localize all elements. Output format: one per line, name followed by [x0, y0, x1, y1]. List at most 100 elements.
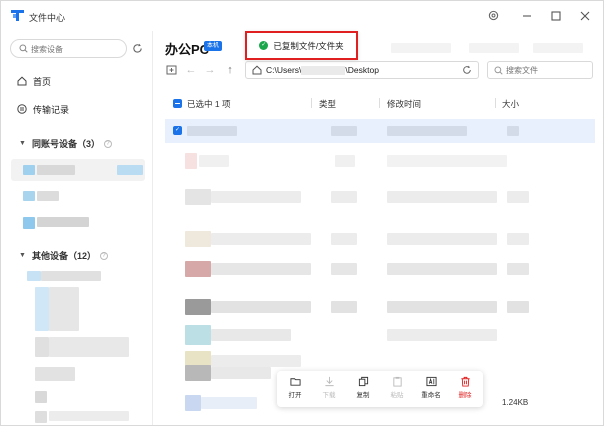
device-search-input[interactable]	[31, 42, 121, 56]
close-icon[interactable]	[577, 8, 593, 24]
blurred-content	[37, 165, 75, 175]
blurred-content	[331, 191, 357, 203]
group-same-account[interactable]: ▼ 同账号设备（3） ?	[19, 137, 112, 150]
nav-transfer-records[interactable]: 传输记录	[17, 102, 69, 116]
up-arrow-icon[interactable]: ↑	[224, 64, 236, 76]
paste-icon	[392, 376, 402, 387]
blurred-content	[387, 233, 497, 245]
blurred-content	[211, 263, 311, 275]
nav-transfer-label: 传输记录	[33, 104, 70, 115]
group-same-account-label: 同账号设备（3）	[31, 139, 100, 149]
blurred-content	[331, 301, 357, 313]
sidebar: 首页 传输记录 ▼ 同账号设备（3） ? ▼ 其他设备（12） ?	[1, 31, 153, 425]
row-checkbox[interactable]: ✓	[173, 126, 182, 135]
selected-count: 已选中 1 项	[187, 99, 231, 109]
refresh-icon[interactable]	[462, 65, 472, 75]
back-arrow-icon[interactable]: ←	[185, 64, 197, 76]
blurred-content	[533, 43, 583, 53]
device-search-box[interactable]	[10, 39, 127, 58]
file-search-input[interactable]	[506, 64, 586, 77]
table-row[interactable]	[165, 185, 595, 209]
select-all-checkbox[interactable]	[173, 99, 182, 108]
blurred-content	[185, 395, 201, 411]
delete-button[interactable]: 删除	[451, 375, 479, 403]
copy-icon	[358, 376, 368, 387]
blurred-content	[211, 301, 311, 313]
file-search-box[interactable]	[487, 61, 593, 79]
blurred-content	[211, 329, 291, 341]
home-icon	[17, 76, 27, 86]
table-row[interactable]	[165, 323, 595, 347]
download-button[interactable]: 下载	[315, 375, 343, 403]
app-logo-icon	[11, 10, 24, 21]
toast-message: 已复制文件/文件夹	[273, 40, 344, 51]
blurred-content	[331, 126, 357, 136]
chevron-down-icon: ▼	[19, 140, 26, 147]
rename-button[interactable]: 重命名	[417, 375, 445, 403]
column-size[interactable]: 大小	[502, 98, 519, 110]
blurred-content	[41, 271, 101, 281]
minimize-icon[interactable]	[519, 8, 535, 24]
nav-home[interactable]: 首页	[17, 74, 51, 88]
blurred-content	[331, 263, 357, 275]
column-modified[interactable]: 修改时间	[387, 98, 421, 110]
window-title: 文件中心	[29, 13, 66, 23]
blurred-content	[185, 261, 211, 277]
copy-button[interactable]: 复制	[349, 375, 377, 403]
blurred-content	[35, 411, 47, 423]
blurred-content	[469, 43, 519, 53]
group-other-devices[interactable]: ▼ 其他设备（12） ?	[19, 249, 108, 262]
table-row[interactable]	[165, 257, 595, 281]
help-icon[interactable]: ?	[99, 251, 108, 260]
blurred-content	[187, 126, 237, 136]
blurred-content	[211, 367, 271, 379]
table-row-selected[interactable]: ✓	[165, 119, 595, 143]
blurred-content	[49, 287, 79, 331]
blurred-content	[387, 155, 507, 167]
delete-icon	[460, 376, 470, 387]
forward-arrow-icon[interactable]: →	[204, 64, 216, 76]
column-divider	[495, 98, 496, 108]
blurred-content	[23, 217, 35, 229]
blurred-content	[507, 233, 529, 245]
column-type[interactable]: 类型	[319, 98, 336, 110]
path-bar[interactable]: C:\Users\ \Desktop	[245, 61, 479, 79]
main-panel: 办公PC 本机 ✓ 已复制文件/文件夹 ← → ↑ C:\Users\ \Desk…	[153, 31, 603, 425]
copy-label: 复制	[356, 392, 370, 399]
device-title: 办公PC	[165, 42, 210, 57]
download-label: 下载	[322, 392, 336, 399]
new-folder-icon[interactable]	[165, 64, 177, 76]
delete-label: 删除	[458, 392, 472, 399]
paste-label: 粘贴	[390, 392, 404, 399]
blurred-content	[23, 191, 35, 201]
help-icon[interactable]: ?	[103, 139, 112, 148]
blurred-content	[49, 411, 129, 421]
open-button[interactable]: 打开	[281, 375, 309, 403]
rename-label: 重命名	[421, 392, 441, 399]
blurred-content	[37, 191, 59, 201]
file-table-header: 已选中 1 项 类型 修改时间 大小	[165, 97, 595, 111]
blurred-content	[201, 397, 257, 409]
table-row[interactable]	[165, 227, 595, 251]
refresh-devices-icon[interactable]	[132, 43, 143, 54]
maximize-icon[interactable]	[548, 8, 564, 24]
column-divider	[311, 98, 312, 108]
blurred-content	[27, 271, 41, 281]
search-icon	[494, 66, 503, 75]
check-circle-icon: ✓	[259, 41, 269, 50]
search-icon	[19, 44, 28, 53]
blurred-content	[387, 126, 467, 136]
redacted-username	[301, 66, 346, 76]
blurred-content	[185, 325, 211, 345]
blurred-content	[35, 337, 49, 357]
blurred-content	[331, 233, 357, 245]
paste-button[interactable]: 粘贴	[383, 375, 411, 403]
blurred-content	[117, 165, 143, 175]
blurred-content	[35, 367, 75, 381]
table-row[interactable]	[165, 149, 595, 173]
blurred-content	[185, 189, 211, 205]
settings-icon[interactable]	[485, 8, 501, 24]
table-row[interactable]	[165, 295, 595, 319]
blurred-content	[507, 126, 519, 136]
blurred-content	[507, 263, 529, 275]
